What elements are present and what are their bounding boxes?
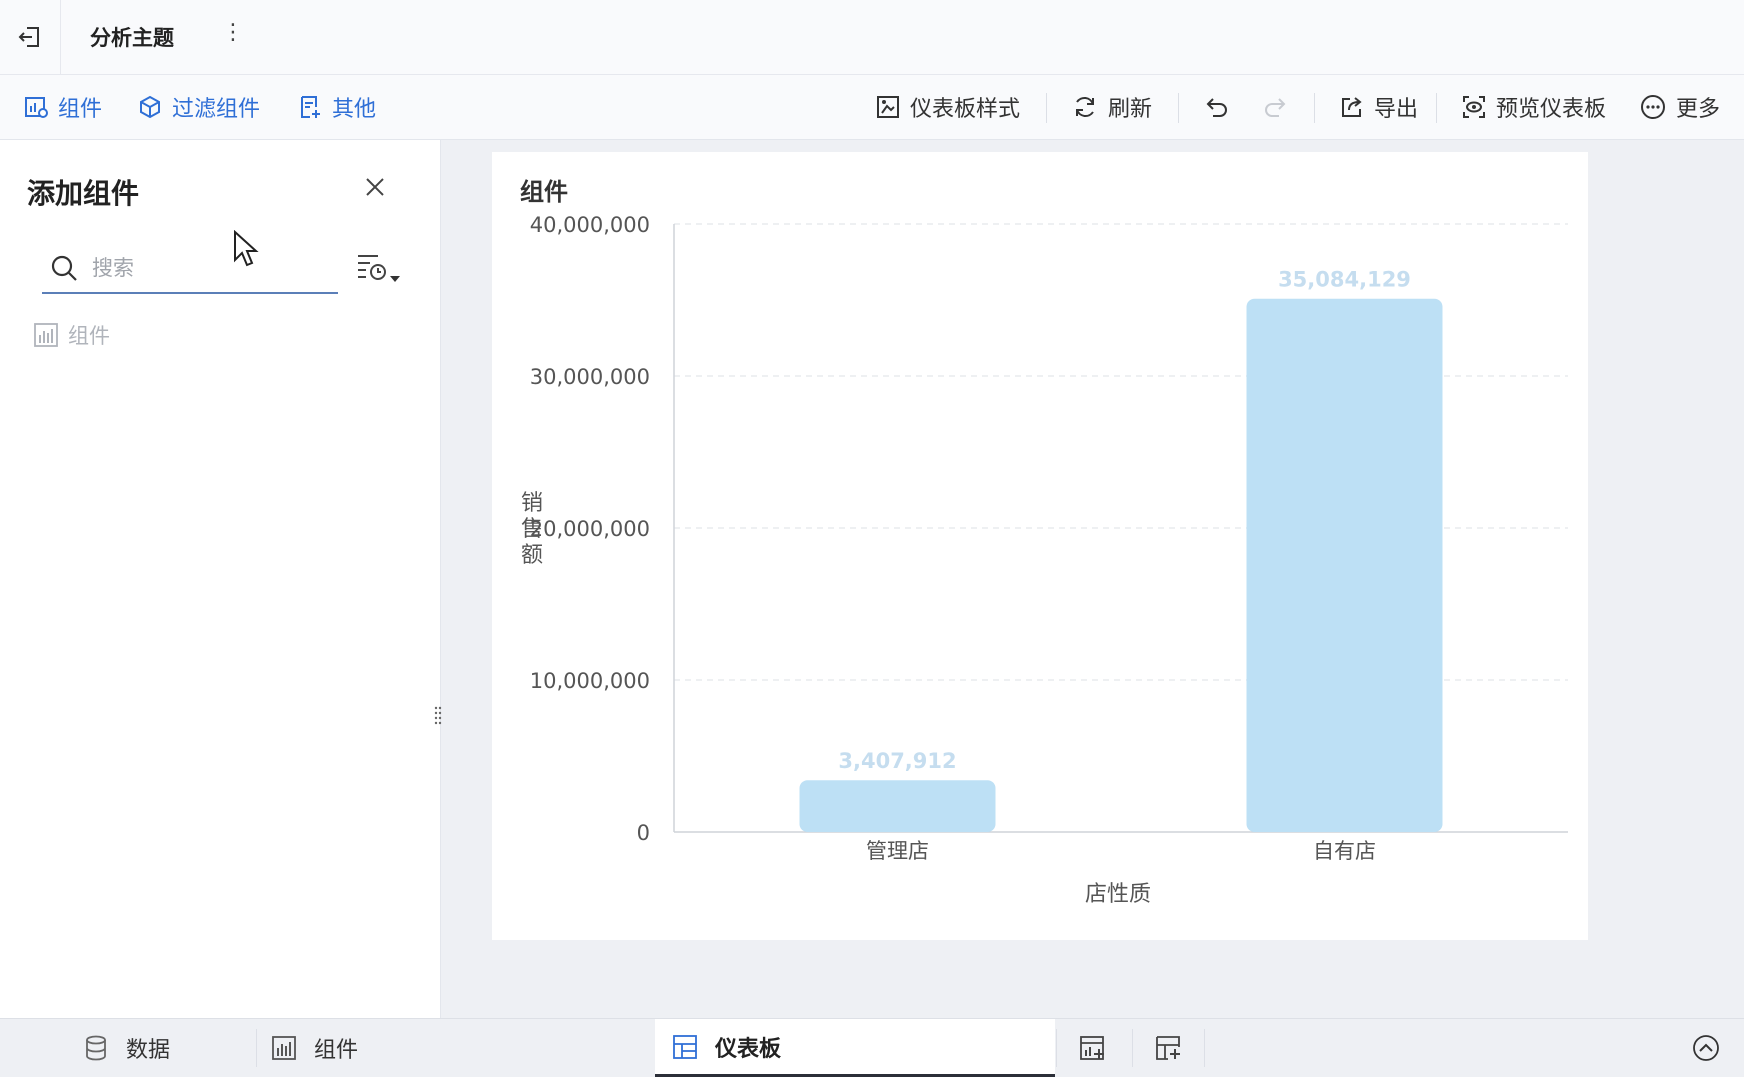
- export-icon: [1342, 97, 1362, 117]
- divider: [1056, 1029, 1057, 1067]
- dashboard-style-icon: [877, 96, 899, 118]
- y-tick-label: 30,000,000: [530, 365, 650, 389]
- export-label: 导出: [1374, 97, 1419, 122]
- divider: [1132, 1029, 1133, 1067]
- bottom-bar: 数据 组件 仪表板: [0, 1018, 1744, 1077]
- tab-widget[interactable]: 组件: [272, 1019, 358, 1077]
- add-component-icon: [1156, 1036, 1180, 1060]
- divider: [1046, 93, 1047, 123]
- add-widget-panel: 添加组件 组件: [0, 140, 442, 1018]
- bar-chart: 0 10,000,000 20,000,000 30,000,000 40,000,00…: [521, 213, 1568, 907]
- more-circle-icon: [1641, 95, 1665, 119]
- bar-chart-icon: [272, 1036, 296, 1060]
- tab-data[interactable]: 数据: [84, 1019, 170, 1077]
- redo-icon: [1265, 98, 1286, 117]
- panel-resize-handle[interactable]: [434, 706, 442, 732]
- bar-value-label: 35,084,129: [1278, 268, 1411, 292]
- grip-icon: [434, 706, 442, 725]
- tab-widget-label: 组件: [314, 1038, 359, 1063]
- chart-widget-card[interactable]: 组件 0 10,000,000 20,000,000 30,000,000 40,000…: [492, 152, 1588, 940]
- preview-eye-icon: [1463, 96, 1485, 118]
- bar-chart-icon: [34, 323, 58, 347]
- divider: [1314, 93, 1315, 123]
- more-button[interactable]: 更多: [1640, 75, 1720, 139]
- exit-icon: [18, 27, 39, 47]
- y-axis-title-char: 额: [521, 543, 543, 568]
- search-icon: [51, 255, 77, 281]
- other-icon: [301, 96, 320, 118]
- y-tick-label: 10,000,000: [530, 669, 650, 693]
- panel-title: 添加组件: [27, 177, 140, 210]
- bar[interactable]: [1246, 298, 1443, 832]
- y-axis-title-char: 售: [521, 517, 543, 542]
- collapse-bottom-button[interactable]: [1692, 1019, 1720, 1077]
- chevron-up-icon: [1693, 1035, 1719, 1061]
- divider: [1178, 93, 1179, 123]
- x-tick-label: 自有店: [1313, 839, 1376, 863]
- database-icon: [86, 1035, 106, 1061]
- x-tick-label: 管理店: [866, 839, 929, 863]
- search-box: [42, 244, 338, 294]
- add-widget-label: 组件: [58, 97, 103, 122]
- dashboard-style-label: 仪表板样式: [910, 97, 1021, 122]
- y-tick-label: 20,000,000: [530, 517, 650, 541]
- filter-widget-label: 过滤组件: [172, 97, 261, 122]
- tree-item-label: 组件: [68, 324, 110, 348]
- divider: [1204, 1029, 1205, 1067]
- other-button[interactable]: 其他: [298, 75, 376, 139]
- refresh-label: 刷新: [1108, 97, 1153, 122]
- top-bar: 分析主题 ⋮: [0, 0, 1744, 75]
- preview-dashboard-button[interactable]: 预览仪表板: [1462, 75, 1606, 139]
- exit-button[interactable]: [0, 0, 61, 74]
- refresh-button[interactable]: 刷新: [1072, 75, 1152, 139]
- search-input[interactable]: [90, 250, 324, 286]
- tab-dashboard[interactable]: 仪表板: [655, 1019, 1055, 1077]
- x-axis-title: 店性质: [1085, 882, 1151, 907]
- add-component-tab-button[interactable]: [1156, 1019, 1182, 1077]
- tab-data-label: 数据: [126, 1038, 171, 1063]
- add-widget-button[interactable]: 组件: [24, 75, 102, 139]
- bar-value-label: 3,407,912: [838, 749, 956, 773]
- page-title: 分析主题: [90, 26, 174, 50]
- close-panel-button[interactable]: [362, 174, 388, 204]
- preview-dashboard-label: 预览仪表板: [1496, 97, 1607, 122]
- y-axis-title: 销售额: [521, 491, 543, 568]
- divider: [1436, 93, 1437, 123]
- divider: [256, 1029, 257, 1067]
- dashboard-grid-icon: [673, 1034, 697, 1059]
- add-widget-tab-button[interactable]: [1080, 1019, 1106, 1077]
- dashboard-style-button[interactable]: 仪表板样式: [876, 75, 1020, 139]
- bar[interactable]: [799, 780, 996, 832]
- y-tick-label: 0: [637, 821, 650, 845]
- refresh-icon: [1076, 97, 1094, 117]
- tab-dashboard-label: 仪表板: [715, 1036, 782, 1062]
- undo-icon: [1206, 98, 1227, 117]
- widget-icon: [25, 97, 48, 118]
- tree-item-widget[interactable]: 组件: [34, 320, 110, 350]
- toolbar: 组件 过滤组件 其他 仪表板样式 刷新 导出 预览仪表板 更多: [0, 75, 1744, 140]
- export-button[interactable]: 导出: [1340, 75, 1418, 139]
- y-tick-label: 40,000,000: [530, 213, 650, 237]
- more-label: 更多: [1676, 97, 1721, 122]
- close-icon: [366, 178, 384, 196]
- sort-dropdown-button[interactable]: [356, 252, 404, 290]
- add-chart-icon: [1080, 1036, 1104, 1060]
- more-options-icon[interactable]: ⋮: [222, 20, 244, 45]
- redo-button[interactable]: [1262, 75, 1288, 139]
- undo-button[interactable]: [1204, 75, 1230, 139]
- other-label: 其他: [332, 97, 377, 122]
- y-axis-title-char: 销: [521, 491, 543, 516]
- filter-widget-button[interactable]: 过滤组件: [138, 75, 260, 139]
- filter-cube-icon: [140, 95, 160, 119]
- sort-history-icon: [358, 255, 400, 282]
